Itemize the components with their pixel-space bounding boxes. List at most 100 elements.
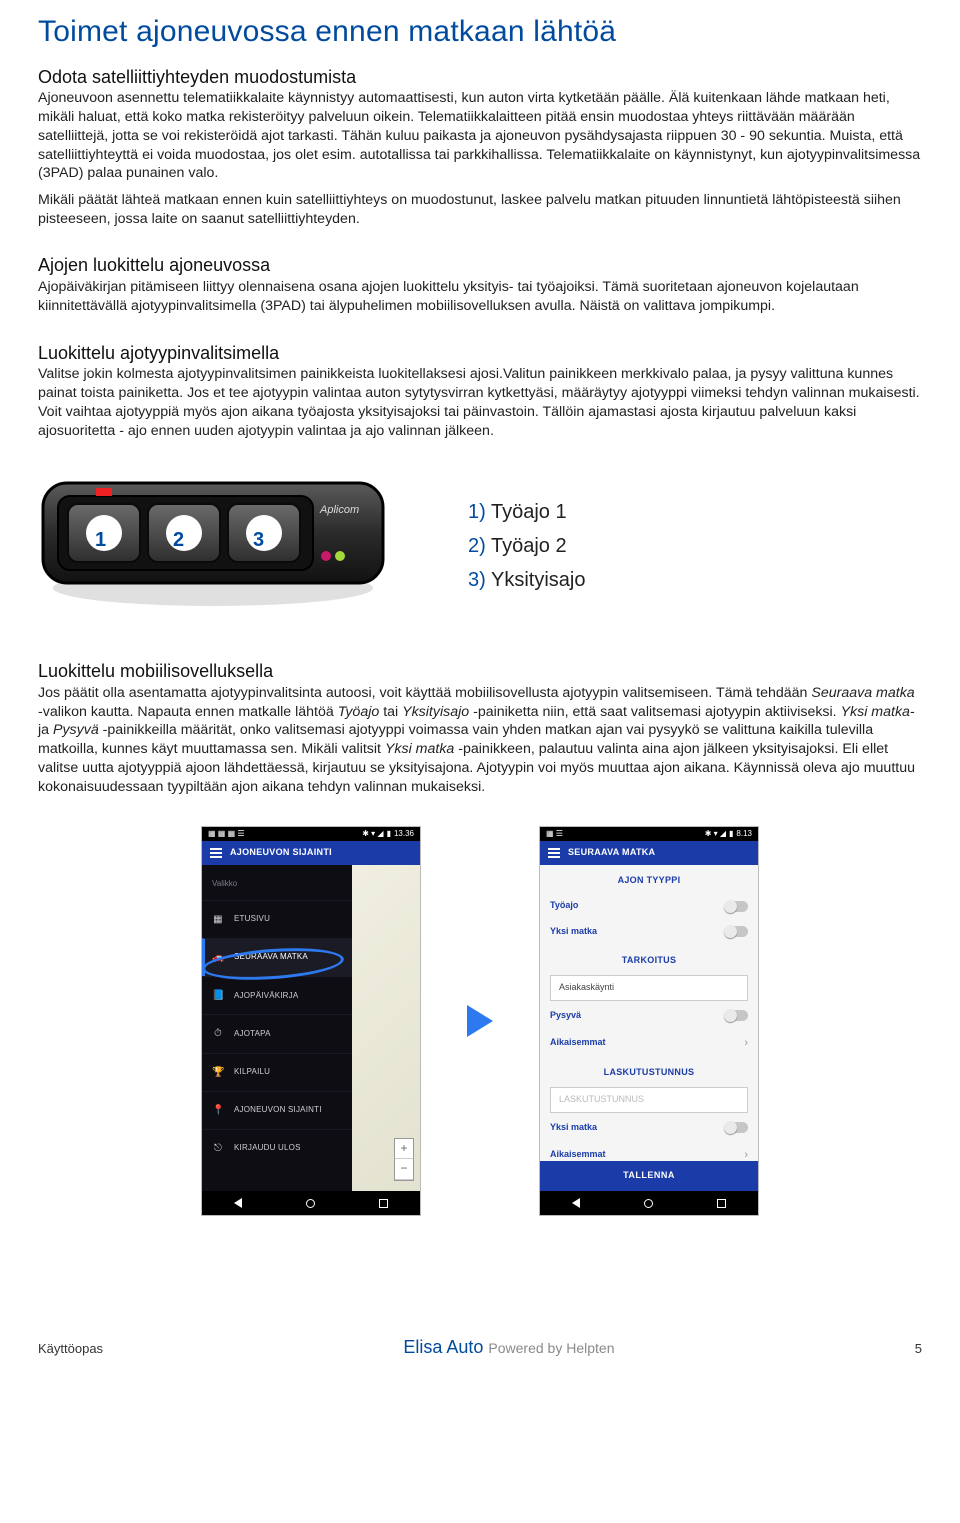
drawer-label-sijainti: AJONEUVON SIJAINTI <box>234 1105 322 1116</box>
page-footer: Käyttöopas Elisa Auto Powered by Helpten… <box>38 1336 922 1360</box>
zoom-out-button[interactable]: − <box>395 1159 413 1180</box>
page-title: Toimet ajoneuvossa ennen matkaan lähtöä <box>38 12 922 52</box>
drawer-label-kirjaudu: KIRJAUDU ULOS <box>234 1143 301 1154</box>
legend-item-2: 2) Työajo 2 <box>468 533 922 559</box>
legend-item-1: 1) Työajo 1 <box>468 499 922 525</box>
save-button[interactable]: TALLENNA <box>540 1161 758 1191</box>
footer-page-number: 5 <box>915 1340 922 1357</box>
section-classification-p1: Ajopäiväkirjan pitämiseen liittyy olenna… <box>38 278 922 315</box>
home-icon[interactable] <box>306 1199 315 1208</box>
grid-icon: ▦ <box>212 913 224 926</box>
book-icon: 📘 <box>212 989 224 1002</box>
phones-row: ▦ ▦ ▦ ☰ ✱ ▾ ◢ ▮13.36 AJONEUVON SIJAINTI … <box>38 826 922 1216</box>
label-tyoajo: Työajo <box>550 900 578 912</box>
toggle-yksimatka[interactable] <box>726 926 748 937</box>
status-time: 13.36 <box>394 829 414 840</box>
back-icon[interactable] <box>234 1198 242 1208</box>
statusbar: ▦ ▦ ▦ ☰ ✱ ▾ ◢ ▮13.36 <box>202 827 420 841</box>
zoom-in-button[interactable]: + <box>395 1139 413 1160</box>
toggle-tyoajo[interactable] <box>726 901 748 912</box>
drawer-item-ajopaivakirja[interactable]: 📘 AJOPÄIVÄKIRJA <box>202 976 352 1014</box>
car-icon: 🚗 <box>212 951 224 964</box>
row-pysyva[interactable]: Pysyvä <box>540 1003 758 1029</box>
sec4-em-yksimatka: Yksi matka <box>841 704 910 720</box>
trophy-icon: 🏆 <box>212 1066 224 1079</box>
status-time: 8.13 <box>736 829 752 840</box>
section-satellite-heading: Odota satelliittiyhteyden muodostumista <box>38 66 922 90</box>
section-satellite-p2: Mikäli päätät lähteä matkaan ennen kuin … <box>38 191 922 228</box>
row-aikaisemmat[interactable]: Aikaisemmat› <box>540 1029 758 1058</box>
sec4-p1c: -valikon kautta. Napauta ennen matkalle … <box>38 704 338 720</box>
row-tyoajo[interactable]: Työajo <box>540 893 758 919</box>
drawer-item-ajotapa[interactable]: ⏱AJOTAPA <box>202 1014 352 1052</box>
pin-icon: 📍 <box>212 1104 224 1117</box>
recents-icon[interactable] <box>379 1199 388 1208</box>
recents-icon[interactable] <box>717 1199 726 1208</box>
section-satellite: Odota satelliittiyhteyden muodostumista … <box>38 66 922 229</box>
label-pysyva: Pysyvä <box>550 1010 581 1022</box>
bluetooth-icon: ✱ ▾ ◢ <box>362 829 383 840</box>
sec4-em-yksityis: Yksityisajo <box>402 704 469 720</box>
hamburger-icon[interactable] <box>548 846 560 860</box>
drawer-item-kirjaudu[interactable]: ⎋ KIRJAUDU ULOS <box>202 1129 352 1167</box>
drawer-label-seuraava: SEURAAVA MATKA <box>234 952 308 963</box>
logout-icon: ⎋ <box>212 1142 224 1155</box>
footer-left: Käyttöopas <box>38 1340 103 1357</box>
legend-item-3: 3) Yksityisajo <box>468 567 922 593</box>
hamburger-icon[interactable] <box>210 846 222 860</box>
device-image: 1 2 3 Aplicom <box>38 468 388 624</box>
android-navbar <box>540 1191 758 1215</box>
drawer-item-sijainti[interactable]: 📍 AJONEUVON SIJAINTI <box>202 1091 352 1129</box>
statusbar: ▦ ☰ ✱ ▾ ◢ ▮8.13 <box>540 827 758 841</box>
section-classification: Ajojen luokittelu ajoneuvossa Ajopäiväki… <box>38 254 922 315</box>
drawer-label-ajopaivakirja: AJOPÄIVÄKIRJA <box>234 991 298 1002</box>
device-button-3-label: 3 <box>253 529 264 552</box>
arrow-icon <box>467 1005 493 1037</box>
map-area[interactable]: + − <box>352 865 420 1191</box>
drawer-label-etusivu: ETUSIVU <box>234 914 270 925</box>
toggle-yksimatka2[interactable] <box>726 1122 748 1133</box>
label-aikaisemmat2: Aikaisemmat <box>550 1149 606 1161</box>
sec4-p1g: -painiketta niin, että saat valitsemasi … <box>469 704 840 720</box>
home-icon[interactable] <box>644 1199 653 1208</box>
drawer-item-kilpailu[interactable]: 🏆 KILPAILU <box>202 1053 352 1091</box>
legend-2-num: 2) <box>468 535 486 557</box>
appbar: AJONEUVON SIJAINTI <box>202 841 420 865</box>
section-mobile-p1: Jos päätit olla asentamatta ajotyypinval… <box>38 684 922 796</box>
sec4-p1a: Jos päätit olla asentamatta ajotyypinval… <box>38 685 811 701</box>
zoom-control[interactable]: + − <box>394 1138 414 1182</box>
toggle-pysyva[interactable] <box>726 1010 748 1021</box>
footer-brand: Elisa Auto <box>403 1337 483 1357</box>
device-button-1-label: 1 <box>95 529 106 552</box>
back-icon[interactable] <box>572 1198 580 1208</box>
drawer-header: Valikko <box>202 865 352 900</box>
appbar-title: SEURAAVA MATKA <box>568 847 655 859</box>
input-tarkoitus[interactable]: Asiakaskäynti <box>550 975 748 1001</box>
sec4-em-tyoajo: Työajo <box>338 704 380 720</box>
drawer-item-etusivu[interactable]: ▦ ETUSIVU <box>202 900 352 938</box>
device-legend: 1) Työajo 1 2) Työajo 2 3) Yksityisajo <box>468 491 922 602</box>
battery-icon: ▮ <box>729 829 733 840</box>
android-navbar <box>202 1191 420 1215</box>
row-yksimatka2[interactable]: Yksi matka <box>540 1115 758 1141</box>
label-aikaisemmat: Aikaisemmat <box>550 1037 606 1049</box>
drawer-item-seuraava[interactable]: 🚗 SEURAAVA MATKA <box>202 938 352 976</box>
gauge-icon: ⏱ <box>212 1027 224 1040</box>
section-selector-heading: Luokittelu ajotyypinvalitsimella <box>38 342 922 366</box>
device-brand-label: Aplicom <box>320 504 359 516</box>
drawer-label-kilpailu: KILPAILU <box>234 1067 270 1078</box>
input-lasku[interactable]: LASKUTUSTUNNUS <box>550 1087 748 1113</box>
device-row: 1 2 3 Aplicom 1) Työajo 1 2) Työajo 2 3)… <box>38 468 922 624</box>
row-yksimatka[interactable]: Yksi matka <box>540 919 758 945</box>
status-icon: ▦ ▦ ▦ ☰ <box>208 829 245 840</box>
legend-1-num: 1) <box>468 501 486 523</box>
sec4-p1e: tai <box>379 704 402 720</box>
section-selector-p1: Valitse jokin kolmesta ajotyypinvalitsim… <box>38 365 922 440</box>
section-title-tarkoitus: TARKOITUS <box>540 945 758 973</box>
section-title-lasku: LASKUTUSTUNNUS <box>540 1057 758 1085</box>
phone-screenshot-drawer: ▦ ▦ ▦ ☰ ✱ ▾ ◢ ▮13.36 AJONEUVON SIJAINTI … <box>201 826 421 1216</box>
section-classification-heading: Ajojen luokittelu ajoneuvossa <box>38 254 922 278</box>
phone-screenshot-form: ▦ ☰ ✱ ▾ ◢ ▮8.13 SEURAAVA MATKA AJON TYYP… <box>539 826 759 1216</box>
appbar-title: AJONEUVON SIJAINTI <box>230 847 332 859</box>
legend-3-label: Yksityisajo <box>491 569 585 591</box>
